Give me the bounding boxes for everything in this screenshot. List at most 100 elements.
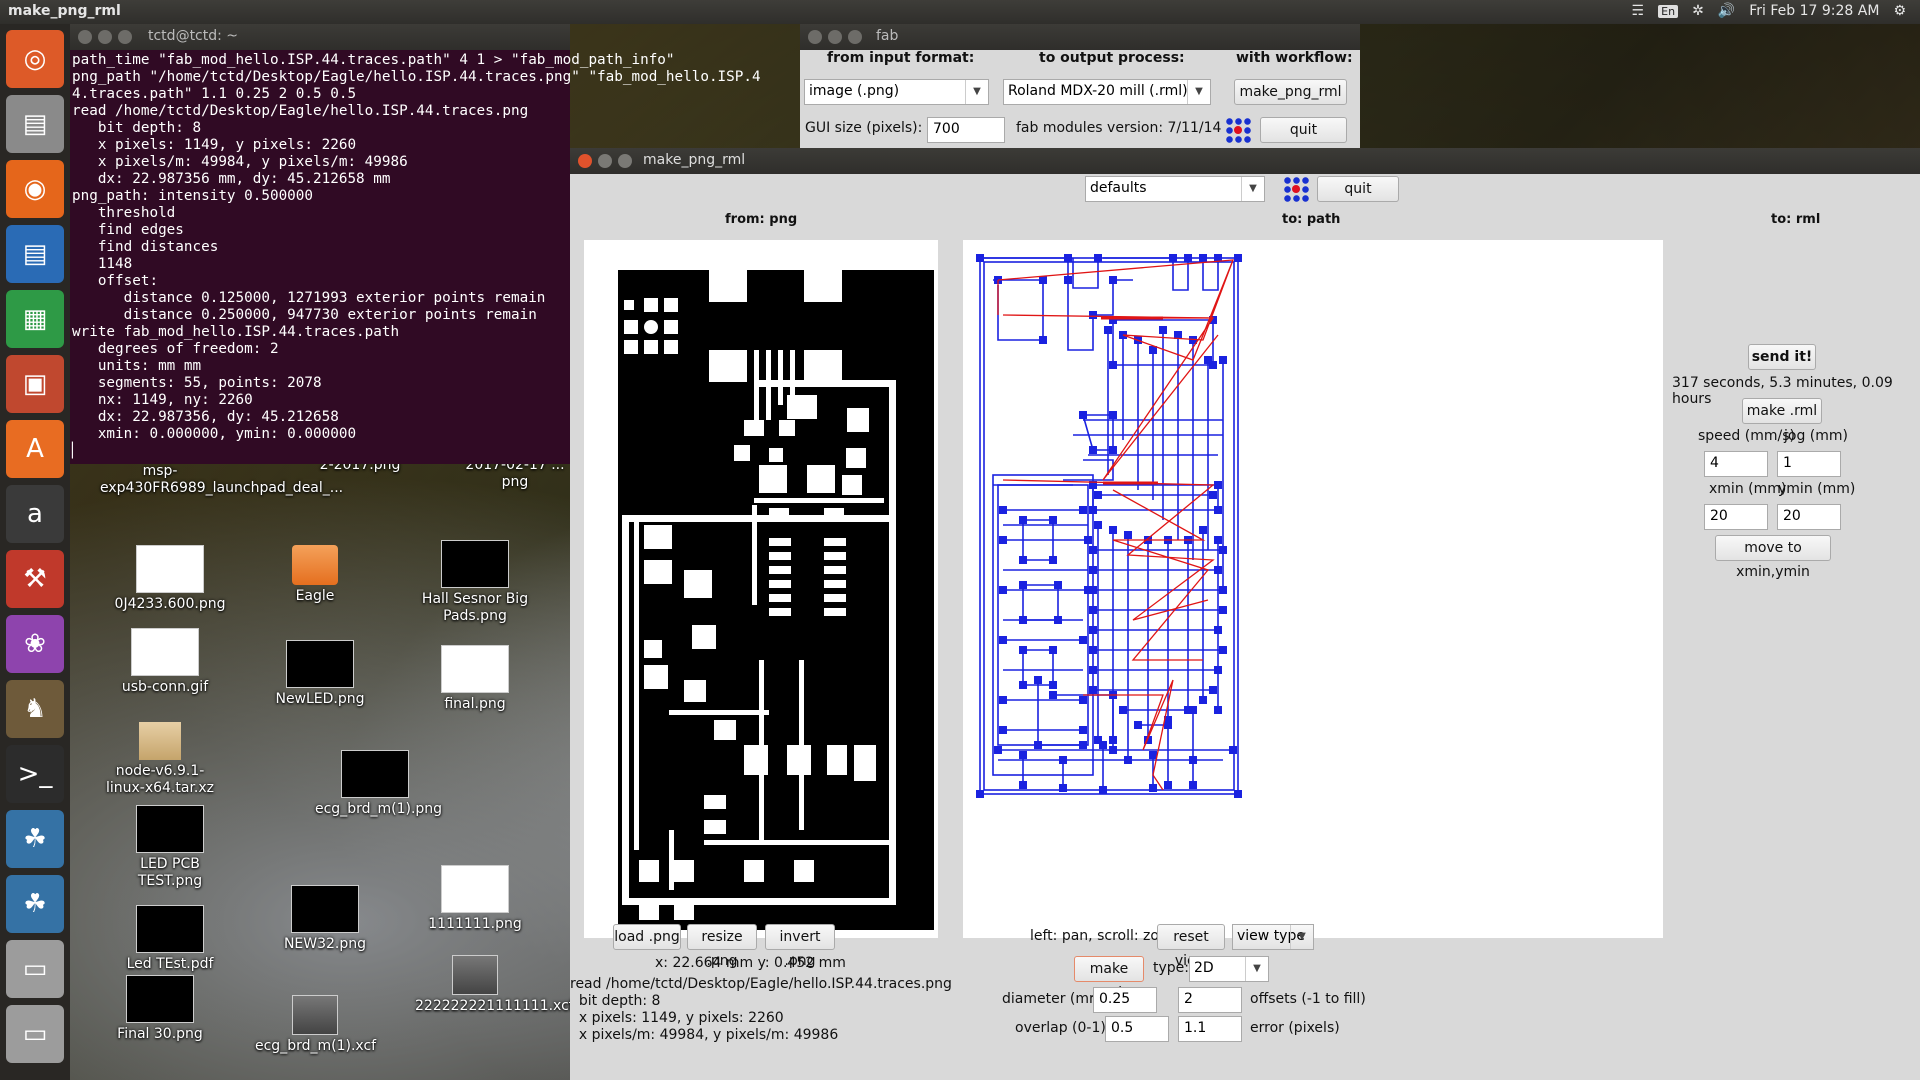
terminal-titlebar[interactable]: tctd@tctd: ~ bbox=[70, 24, 570, 50]
settings-icon[interactable]: ⚒ bbox=[6, 550, 64, 608]
jog-input[interactable]: 1 bbox=[1777, 451, 1841, 477]
path-node-marker bbox=[1109, 361, 1117, 369]
path-node-marker bbox=[1079, 411, 1087, 419]
path-node-marker bbox=[976, 254, 984, 262]
path-node-marker bbox=[1199, 254, 1207, 262]
make-path-button[interactable]: make .path bbox=[1074, 956, 1144, 1001]
overlap-input[interactable]: 0.5 bbox=[1105, 1016, 1169, 1042]
to-path-label: to: path bbox=[1282, 212, 1341, 227]
minimize-button[interactable] bbox=[98, 30, 112, 44]
python2-icon[interactable]: ☘ bbox=[6, 875, 64, 933]
desktop-file-icon[interactable]: 0J4233.600.png bbox=[110, 545, 230, 613]
clock[interactable]: Fri Feb 17 9:28 AM bbox=[1749, 3, 1879, 19]
path-node-marker bbox=[1064, 254, 1072, 262]
software-center-icon[interactable]: A bbox=[6, 420, 64, 478]
drive-icon[interactable]: ▭ bbox=[6, 940, 64, 998]
maximize-button[interactable] bbox=[848, 30, 862, 44]
keyboard-layout-indicator[interactable]: En bbox=[1658, 4, 1679, 18]
path-node-marker bbox=[1049, 681, 1057, 689]
desktop-file-label: usb-conn.gif bbox=[121, 679, 209, 695]
path-node-marker bbox=[1049, 646, 1057, 654]
minimize-button[interactable] bbox=[598, 154, 612, 168]
move-to-xmin-ymin-button[interactable]: move to xmin,ymin bbox=[1715, 535, 1831, 580]
terminal-line: png_path "/home/tctd/Desktop/Eagle/hello… bbox=[72, 69, 761, 85]
desktop-file-icon[interactable]: 222222221111111.xcf bbox=[415, 955, 574, 1015]
terminal-icon[interactable]: >_ bbox=[6, 745, 64, 803]
impress-icon[interactable]: ▣ bbox=[6, 355, 64, 413]
terminal-line: 4.traces.path" 1.1 0.25 2 0.5 0.5 bbox=[72, 86, 357, 102]
ymin-label: ymin (mm) bbox=[1778, 481, 1856, 497]
files-icon[interactable]: ▤ bbox=[6, 95, 64, 153]
input-format-select[interactable]: image (.png) ▼ bbox=[804, 79, 989, 105]
invert-png-button[interactable]: invert .png bbox=[765, 924, 835, 969]
desktop-file-icon[interactable]: usb-conn.gif bbox=[105, 628, 225, 696]
load-png-button[interactable]: load .png bbox=[613, 924, 681, 950]
desktop-file-icon[interactable]: msp-exp430FR6989_launchpad_deal_... bbox=[100, 463, 343, 497]
desktop-file-icon[interactable]: LED PCB TEST.png bbox=[110, 805, 230, 890]
reset-view-button[interactable]: reset view bbox=[1157, 924, 1225, 969]
offsets-input[interactable]: 2 bbox=[1178, 987, 1242, 1013]
desktop-file-icon[interactable]: 1111111.png bbox=[415, 865, 535, 933]
close-button[interactable] bbox=[78, 30, 92, 44]
ubuntu-icon[interactable]: ◎ bbox=[6, 30, 64, 88]
firefox-icon[interactable]: ◉ bbox=[6, 160, 64, 218]
python-icon[interactable]: ☘ bbox=[6, 810, 64, 868]
view-type-select[interactable]: view type ▼ bbox=[1232, 924, 1314, 950]
mpr-title: make_png_rml bbox=[643, 152, 746, 168]
desktop-file-icon[interactable]: ecg_brd_m(1).png bbox=[315, 750, 442, 818]
path-type-select[interactable]: 2D ▼ bbox=[1189, 956, 1269, 982]
top-panel: make_png_rml ☴ En ✲ 🔊 Fri Feb 17 9:28 AM… bbox=[0, 0, 1920, 24]
volume-icon[interactable]: 🔊 bbox=[1718, 3, 1735, 19]
workflow-button[interactable]: make_png_rml bbox=[1234, 79, 1347, 105]
desktop-file-icon[interactable]: Final 30.png bbox=[100, 975, 220, 1043]
path-node-marker bbox=[1109, 526, 1117, 534]
desktop-file-icon[interactable]: NEW32.png bbox=[265, 885, 385, 953]
desktop-file-icon[interactable]: Eagle bbox=[255, 545, 375, 605]
make-rml-button[interactable]: make .rml bbox=[1742, 398, 1822, 424]
maximize-button[interactable] bbox=[618, 154, 632, 168]
speed-input[interactable]: 4 bbox=[1704, 451, 1768, 477]
path-node-marker bbox=[1089, 646, 1097, 654]
calc-icon[interactable]: ▦ bbox=[6, 290, 64, 348]
output-process-select[interactable]: Roland MDX-20 mill (.rml) ▼ bbox=[1003, 79, 1211, 105]
amazon-icon[interactable]: a bbox=[6, 485, 64, 543]
send-it-button[interactable]: send it! bbox=[1748, 344, 1816, 370]
terminal-window[interactable]: tctd@tctd: ~ path_time "fab_mod_hello.IS… bbox=[70, 24, 761, 464]
file-thumbnail-icon bbox=[136, 805, 204, 853]
fab-titlebar[interactable]: fab bbox=[800, 24, 1360, 50]
ymin-input[interactable]: 20 bbox=[1777, 504, 1841, 530]
gui-size-input[interactable]: 700 bbox=[927, 117, 1005, 143]
desktop-file-icon[interactable]: Hall Sesnor Big Pads.png bbox=[415, 540, 535, 625]
bluetooth-icon[interactable]: ✲ bbox=[1692, 3, 1704, 19]
desktop-file-icon[interactable]: Led TEst.pdf bbox=[110, 905, 230, 973]
power-gear-icon[interactable]: ⚙ bbox=[1893, 3, 1906, 19]
path-node-marker bbox=[1214, 566, 1222, 574]
mpr-titlebar[interactable]: make_png_rml bbox=[570, 148, 1920, 174]
mpr-quit-button[interactable]: quit bbox=[1317, 176, 1399, 202]
path-preview[interactable] bbox=[963, 240, 1663, 938]
writer-icon[interactable]: ▤ bbox=[6, 225, 64, 283]
png-preview[interactable] bbox=[584, 240, 938, 938]
fab-window[interactable]: fab from input format: to output process… bbox=[800, 24, 1360, 148]
desktop-file-icon[interactable]: final.png bbox=[415, 645, 535, 713]
maximize-button[interactable] bbox=[118, 30, 132, 44]
error-input[interactable]: 1.1 bbox=[1178, 1016, 1242, 1042]
close-button[interactable] bbox=[808, 30, 822, 44]
color-wheel-icon[interactable]: ❀ bbox=[6, 615, 64, 673]
wifi-icon[interactable]: ☴ bbox=[1632, 3, 1645, 19]
desktop-file-label: LED PCB TEST.png bbox=[137, 856, 203, 889]
gimp-icon[interactable]: ♞ bbox=[6, 680, 64, 738]
close-button[interactable] bbox=[578, 154, 592, 168]
chevron-down-icon: ▼ bbox=[1187, 80, 1210, 104]
xmin-input[interactable]: 20 bbox=[1704, 504, 1768, 530]
fab-quit-button[interactable]: quit bbox=[1260, 117, 1347, 143]
desktop-file-icon[interactable]: ecg_brd_m(1).xcf bbox=[255, 995, 376, 1055]
make-png-rml-window[interactable]: make_png_rml defaults ▼ quit from: png t… bbox=[570, 148, 1920, 1080]
minimize-button[interactable] bbox=[828, 30, 842, 44]
desktop-file-icon[interactable]: node-v6.9.1-linux-x64.tar.xz bbox=[100, 722, 220, 797]
defaults-select[interactable]: defaults ▼ bbox=[1085, 176, 1265, 202]
diameter-input[interactable]: 0.25 bbox=[1093, 987, 1157, 1013]
desktop-file-icon[interactable]: NewLED.png bbox=[260, 640, 380, 708]
drive2-icon[interactable]: ▭ bbox=[6, 1005, 64, 1063]
resize-png-button[interactable]: resize .png bbox=[687, 924, 757, 969]
